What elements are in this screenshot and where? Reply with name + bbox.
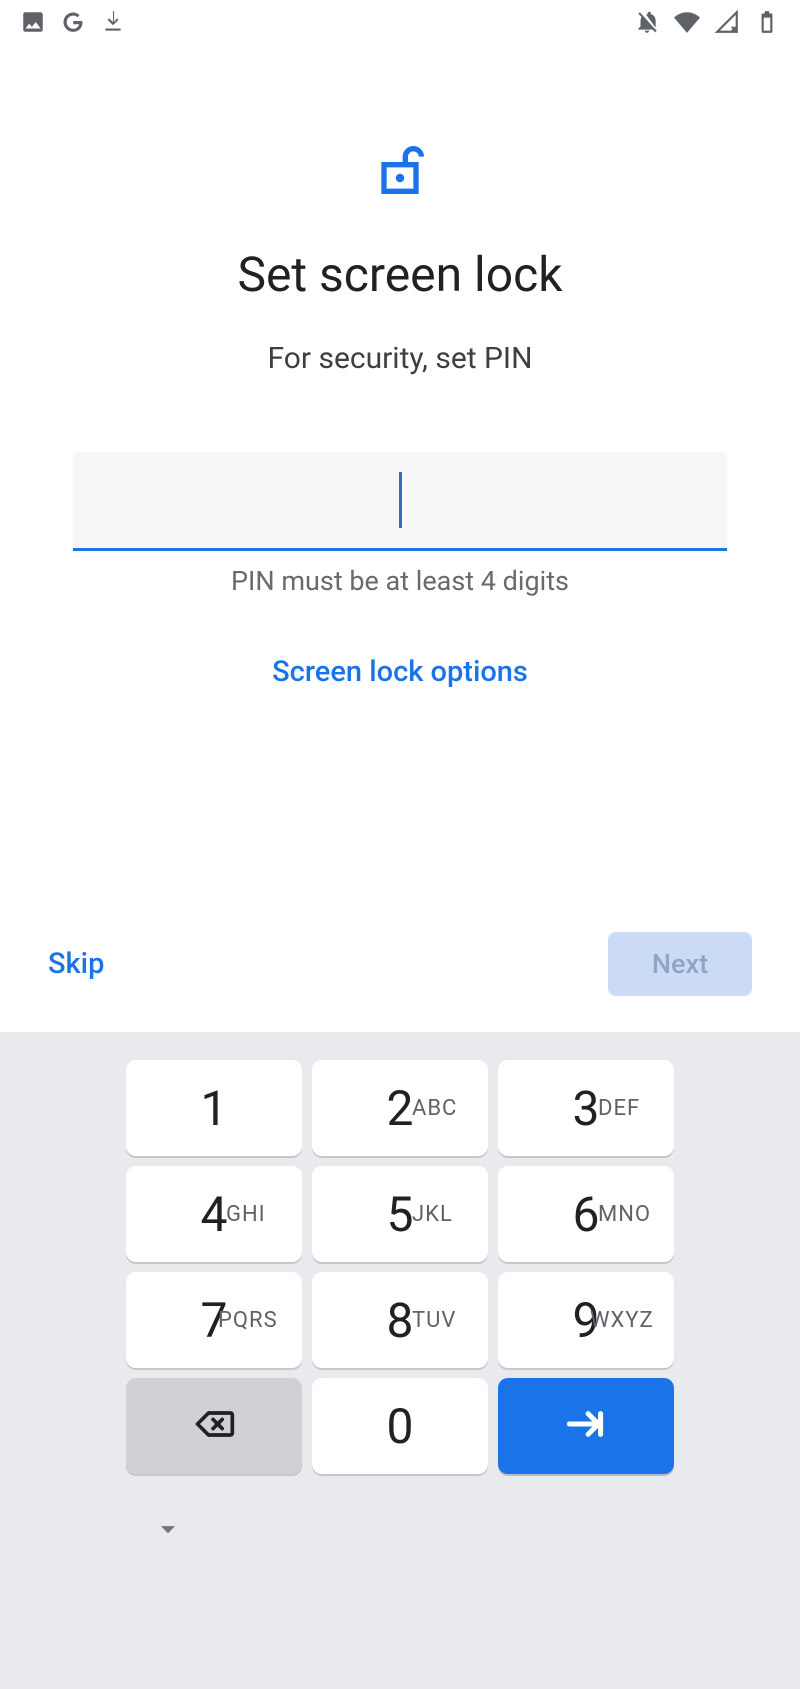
key-letters: GHI	[226, 1202, 266, 1227]
key-6[interactable]: 6 MNO	[498, 1166, 674, 1262]
pin-hint: PIN must be at least 4 digits	[231, 565, 569, 597]
action-row: Skip Next	[0, 924, 800, 1004]
text-caret	[399, 472, 402, 528]
battery-icon	[754, 9, 780, 39]
key-letters: MNO	[598, 1202, 651, 1227]
key-enter[interactable]	[498, 1378, 674, 1474]
page-title: Set screen lock	[237, 246, 562, 303]
key-digit: 5	[387, 1186, 414, 1243]
key-5[interactable]: 5 JKL	[312, 1166, 488, 1262]
enter-icon	[561, 1399, 611, 1453]
key-letters: WXYZ	[590, 1308, 654, 1333]
status-left	[20, 9, 126, 39]
dnd-off-icon	[634, 9, 660, 39]
google-icon	[60, 9, 86, 39]
backspace-icon	[192, 1402, 236, 1450]
key-2[interactable]: 2 ABC	[312, 1060, 488, 1156]
key-digit: 1	[201, 1080, 228, 1137]
key-9[interactable]: 9 WXYZ	[498, 1272, 674, 1368]
screen-lock-options-link[interactable]: Screen lock options	[272, 655, 528, 689]
status-bar	[0, 0, 800, 48]
collapse-keyboard-icon[interactable]	[151, 1512, 185, 1550]
key-letters: TUV	[412, 1308, 456, 1333]
keypad-grid: 1 2 ABC 3 DEF 4 GHI 5 JKL 6 MNO 7 PQRS 8…	[126, 1060, 674, 1474]
key-letters: ABC	[412, 1096, 457, 1121]
skip-button[interactable]: Skip	[48, 947, 104, 981]
pin-input[interactable]	[73, 452, 727, 551]
unlock-icon	[368, 138, 432, 206]
key-digit: 3	[573, 1080, 600, 1137]
next-button[interactable]: Next	[608, 932, 752, 996]
page-subtitle: For security, set PIN	[267, 341, 532, 376]
key-digit: 4	[201, 1186, 228, 1243]
key-4[interactable]: 4 GHI	[126, 1166, 302, 1262]
wifi-icon	[674, 9, 700, 39]
main-content: Set screen lock For security, set PIN PI…	[0, 48, 800, 689]
key-7[interactable]: 7 PQRS	[126, 1272, 302, 1368]
key-digit: 8	[387, 1292, 414, 1349]
key-letters: PQRS	[218, 1308, 278, 1333]
key-digit: 0	[387, 1398, 414, 1455]
key-digit: 2	[387, 1080, 414, 1137]
status-right	[634, 9, 780, 39]
key-digit: 6	[573, 1186, 600, 1243]
key-letters: DEF	[598, 1096, 640, 1121]
key-letters: JKL	[412, 1202, 453, 1227]
download-icon	[100, 9, 126, 39]
signal-no-data-icon	[714, 9, 740, 39]
key-0[interactable]: 0	[312, 1378, 488, 1474]
keyboard-collapse-row	[101, 1512, 699, 1550]
numeric-keypad: 1 2 ABC 3 DEF 4 GHI 5 JKL 6 MNO 7 PQRS 8…	[0, 1032, 800, 1689]
key-1[interactable]: 1	[126, 1060, 302, 1156]
key-3[interactable]: 3 DEF	[498, 1060, 674, 1156]
key-backspace[interactable]	[126, 1378, 302, 1474]
key-8[interactable]: 8 TUV	[312, 1272, 488, 1368]
photos-icon	[20, 9, 46, 39]
